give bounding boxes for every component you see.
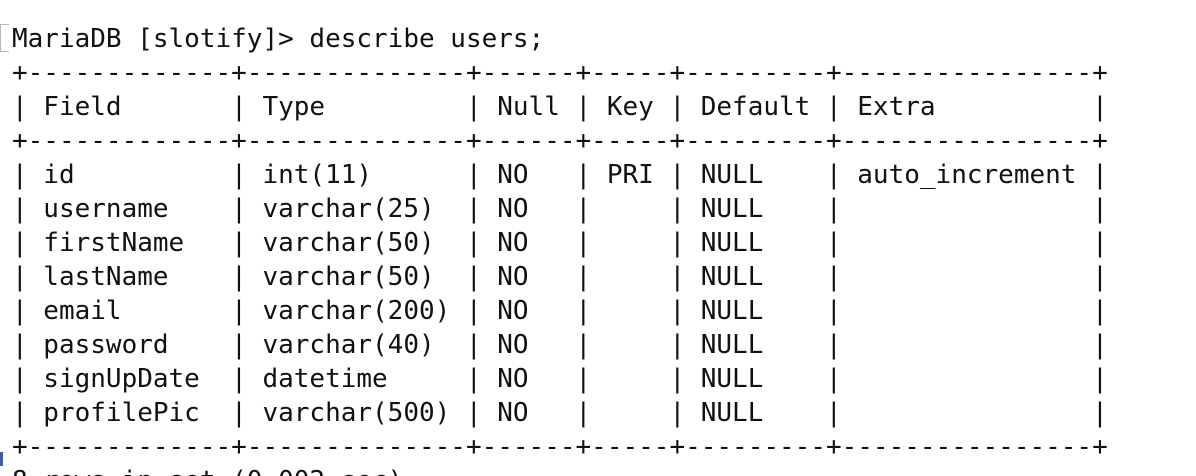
gutter-bracket: [0, 24, 9, 52]
table-row: | username | varchar(25) | NO | | NULL |…: [12, 194, 1108, 224]
table-row: | signUpDate | datetime | NO | | NULL | …: [12, 364, 1108, 394]
table-row: | profilePic | varchar(500) | NO | | NUL…: [12, 398, 1108, 428]
table-row: | id | int(11) | NO | PRI | NULL | auto_…: [12, 160, 1108, 190]
table-border-bottom: +-------------+--------------+------+---…: [12, 432, 1108, 462]
result-summary: 8 rows in set (0.002 sec): [12, 464, 403, 476]
table-row: | password | varchar(40) | NO | | NULL |…: [12, 330, 1108, 360]
gutter-marker: [0, 452, 3, 466]
table-row: | email | varchar(200) | NO | | NULL | |: [12, 296, 1108, 326]
table-row: | firstName | varchar(50) | NO | | NULL …: [12, 228, 1108, 258]
prompt-line: MariaDB [slotify]> describe users;: [12, 24, 545, 54]
table-border-top: +-------------+--------------+------+---…: [12, 58, 1108, 88]
terminal-output[interactable]: MariaDB [slotify]> describe users; +----…: [0, 0, 1196, 476]
table-row: | lastName | varchar(50) | NO | | NULL |…: [12, 262, 1108, 292]
table-border-mid: +-------------+--------------+------+---…: [12, 126, 1108, 156]
table-header-row: | Field | Type | Null | Key | Default | …: [12, 92, 1108, 122]
